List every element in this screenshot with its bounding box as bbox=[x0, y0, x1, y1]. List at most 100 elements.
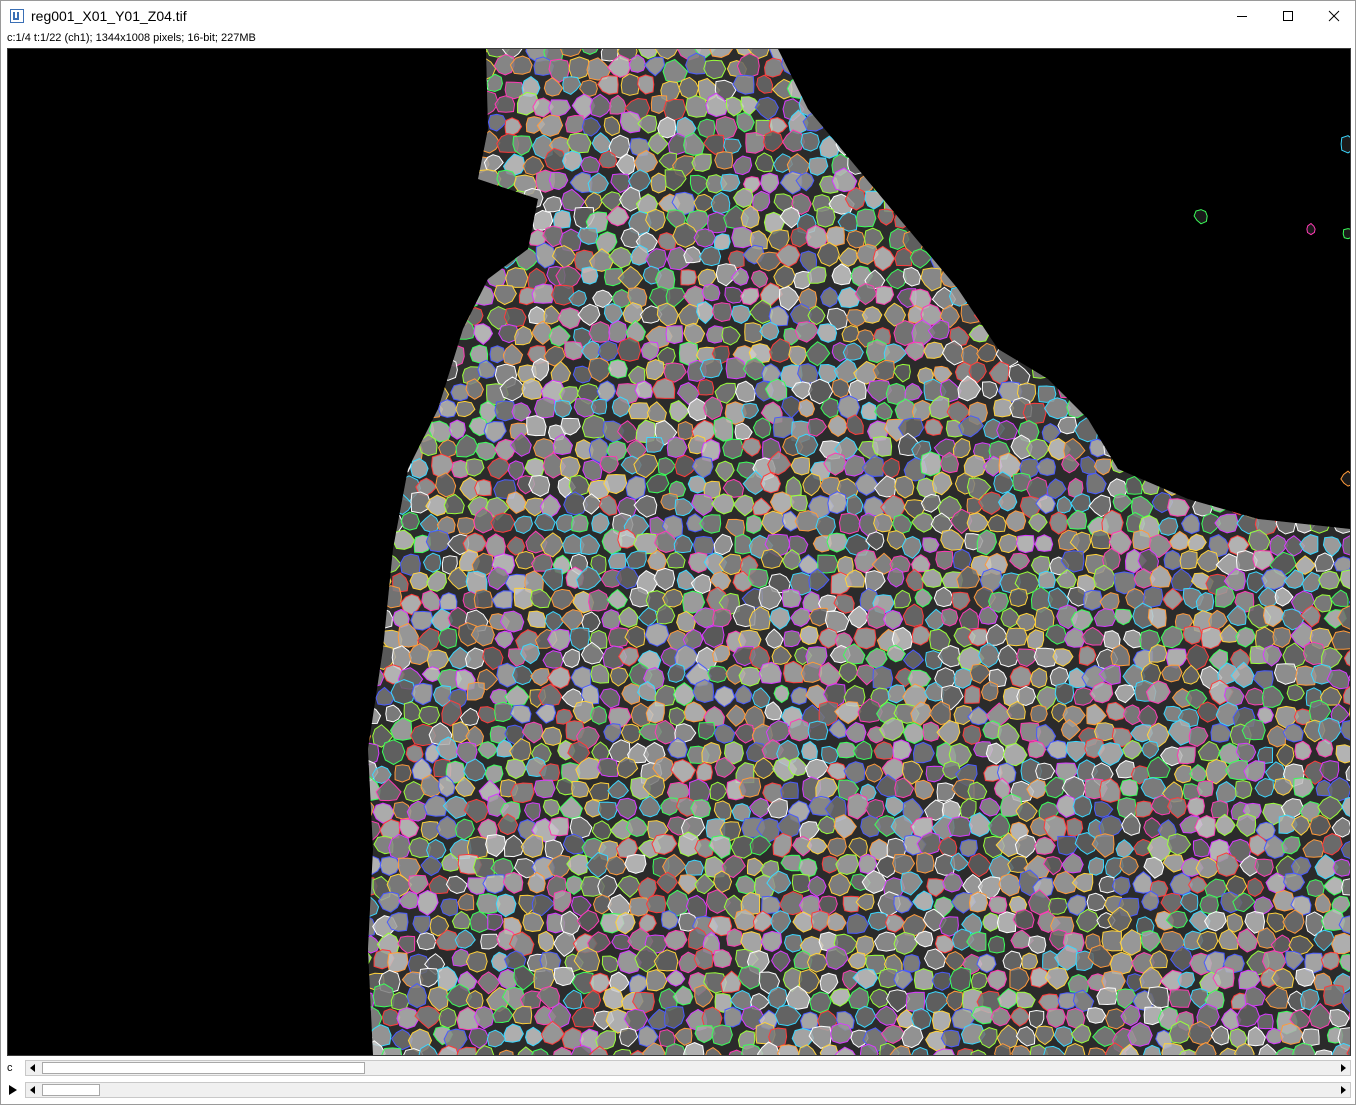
cell-outline bbox=[1335, 744, 1350, 764]
cell-outline bbox=[465, 951, 488, 973]
close-button[interactable] bbox=[1311, 1, 1356, 31]
cell-outline bbox=[608, 320, 628, 343]
cell-outline bbox=[425, 529, 451, 553]
cell-outline bbox=[1331, 630, 1350, 650]
cell-outline bbox=[931, 971, 952, 991]
cell-outline bbox=[650, 172, 667, 194]
play-icon[interactable] bbox=[9, 1085, 17, 1095]
image-canvas[interactable] bbox=[7, 48, 1351, 1056]
cell-outline bbox=[1257, 1013, 1274, 1030]
time-scrollbar[interactable] bbox=[25, 1082, 1351, 1098]
arrow-left-icon bbox=[30, 1064, 35, 1072]
cell-outline bbox=[601, 609, 621, 630]
cell-outline bbox=[1022, 402, 1047, 425]
cell-outline bbox=[564, 341, 585, 361]
cell-outline bbox=[394, 764, 412, 783]
cell-outline bbox=[726, 928, 743, 947]
cell-outline bbox=[783, 630, 802, 648]
cell-outline bbox=[680, 269, 698, 286]
cell-outline bbox=[533, 396, 556, 419]
cell-outline bbox=[1143, 586, 1164, 608]
cell-outline bbox=[855, 208, 877, 228]
segmentation-overlay bbox=[8, 49, 1350, 1055]
cell-outline bbox=[912, 741, 935, 764]
cell-outline bbox=[800, 131, 820, 152]
cell-outline bbox=[1306, 879, 1325, 898]
cell-outline bbox=[484, 764, 504, 784]
time-scroll-right-button[interactable] bbox=[1336, 1083, 1350, 1097]
minimize-icon bbox=[1237, 16, 1247, 17]
arrow-right-icon bbox=[1341, 1086, 1346, 1094]
minimize-button[interactable] bbox=[1219, 1, 1265, 31]
cell-outline bbox=[911, 399, 932, 422]
cell-outline bbox=[913, 968, 935, 991]
cell-outline bbox=[959, 839, 978, 858]
cell-outline bbox=[1315, 738, 1334, 758]
cell-outline bbox=[380, 1047, 403, 1055]
cell-outline bbox=[987, 935, 1006, 954]
cell-outline bbox=[745, 131, 767, 154]
cell-outline bbox=[533, 779, 556, 799]
cell-outline bbox=[582, 459, 603, 482]
channel-slider-row: c bbox=[7, 1059, 1351, 1077]
cell-outline bbox=[809, 991, 832, 1014]
cell-outline bbox=[1021, 952, 1039, 970]
cell-outline bbox=[690, 799, 712, 819]
cell-outline bbox=[1272, 889, 1295, 912]
cell-outline bbox=[1244, 687, 1265, 706]
cell-outline bbox=[580, 266, 599, 285]
cell-outline bbox=[996, 911, 1017, 934]
cell-outline bbox=[1342, 228, 1350, 240]
cell-outline bbox=[1161, 664, 1183, 683]
cell-outline bbox=[449, 419, 466, 440]
cell-outline bbox=[714, 151, 734, 170]
cell-outline bbox=[988, 896, 1008, 914]
cell-outline bbox=[418, 705, 441, 726]
cell-outline bbox=[1027, 740, 1047, 759]
cell-outline bbox=[665, 325, 684, 345]
cell-outline bbox=[760, 930, 783, 953]
cell-outline bbox=[503, 307, 527, 328]
cell-outline bbox=[677, 420, 694, 441]
cell-outline bbox=[1096, 987, 1118, 1006]
cell-outline bbox=[607, 552, 627, 570]
maximize-button[interactable] bbox=[1265, 1, 1311, 31]
cell-outline bbox=[705, 325, 725, 344]
cell-outline bbox=[799, 1011, 820, 1030]
close-icon bbox=[1328, 10, 1340, 22]
cell-outline bbox=[1066, 817, 1084, 837]
title-bar[interactable]: reg001_X01_Y01_Z04.tif bbox=[1, 1, 1355, 31]
cell-outline bbox=[1038, 570, 1057, 589]
cell-outline bbox=[701, 283, 721, 302]
cell-outline bbox=[713, 416, 734, 442]
cell-outline bbox=[1340, 135, 1350, 154]
cell-outline bbox=[931, 1010, 952, 1032]
cell-outline bbox=[489, 345, 506, 364]
cell-outline bbox=[1005, 627, 1028, 647]
cell-outline bbox=[712, 949, 733, 969]
cell-outline bbox=[922, 537, 940, 554]
channel-slider-label: c bbox=[7, 1062, 13, 1074]
time-scroll-left-button[interactable] bbox=[26, 1083, 40, 1097]
channel-scroll-thumb[interactable] bbox=[42, 1062, 365, 1074]
cell-outline bbox=[617, 337, 642, 362]
cell-outline bbox=[693, 947, 714, 970]
channel-scrollbar[interactable] bbox=[25, 1060, 1351, 1076]
time-scroll-thumb[interactable] bbox=[42, 1084, 100, 1096]
channel-scroll-left-button[interactable] bbox=[26, 1061, 40, 1075]
cell-outline bbox=[744, 322, 764, 344]
cell-outline bbox=[808, 607, 829, 627]
cell-outline bbox=[871, 435, 893, 457]
cell-outline bbox=[872, 665, 894, 690]
cell-outline bbox=[387, 951, 409, 973]
cell-outline bbox=[935, 550, 954, 571]
cell-outline bbox=[645, 894, 667, 914]
channel-scroll-right-button[interactable] bbox=[1336, 1061, 1350, 1075]
cell-outline bbox=[791, 873, 811, 894]
cell-outline bbox=[902, 954, 921, 973]
cell-outline bbox=[1320, 951, 1341, 971]
cell-outline bbox=[1057, 416, 1078, 435]
cell-outline bbox=[620, 73, 640, 96]
cell-outline bbox=[941, 608, 959, 627]
cell-outline bbox=[695, 762, 713, 782]
